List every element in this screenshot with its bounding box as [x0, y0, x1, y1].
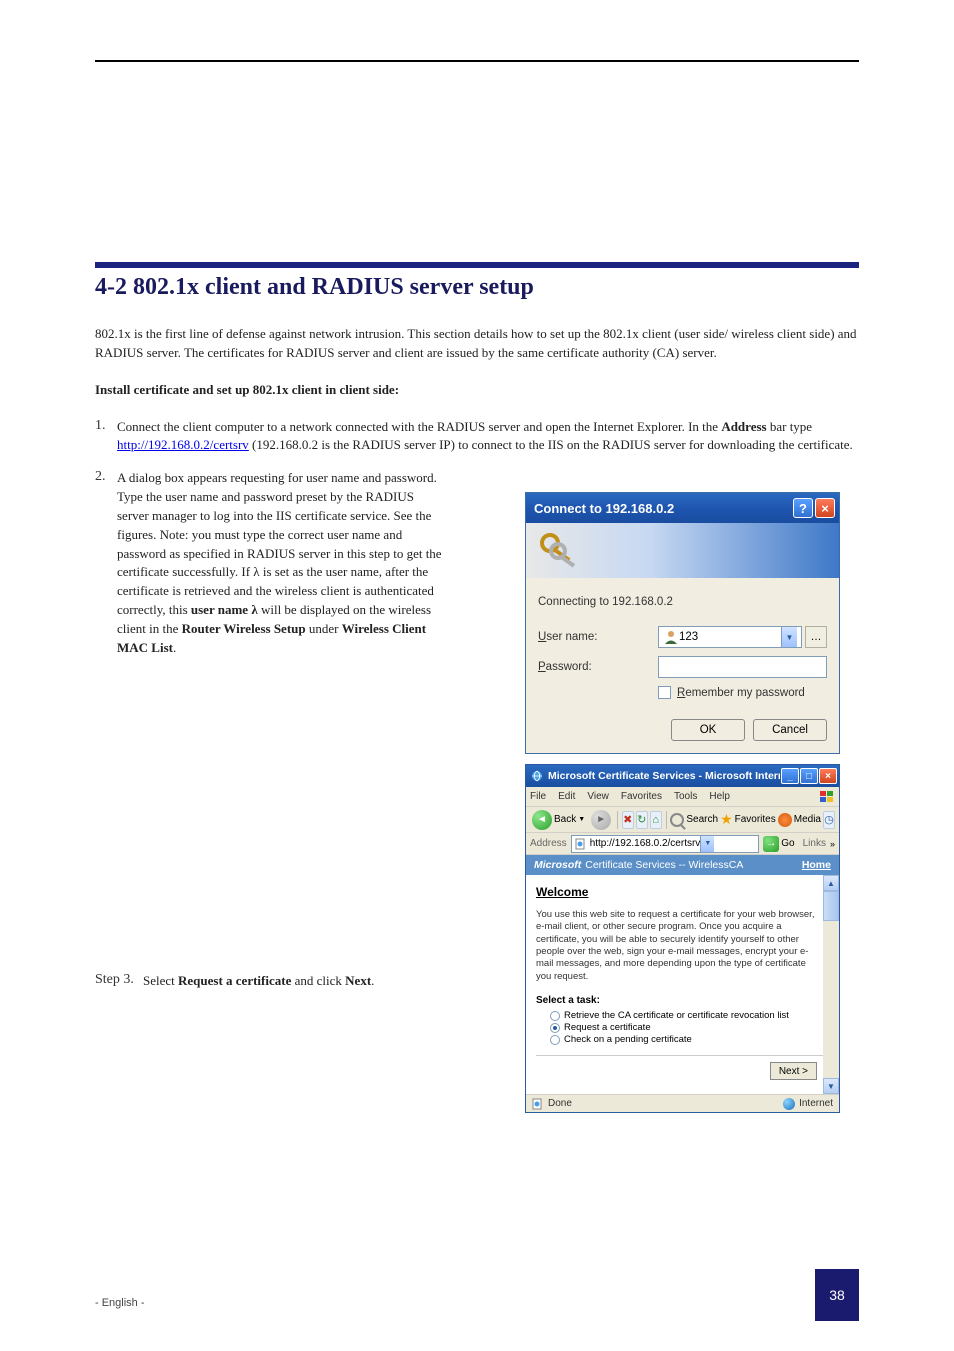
browse-button[interactable]: … [805, 626, 827, 648]
status-zone: Internet [799, 1098, 833, 1109]
page-icon [575, 838, 587, 850]
horizontal-rule [95, 60, 859, 62]
banner-microsoft: Microsoft [534, 859, 581, 871]
favorites-button[interactable]: ★ Favorites [720, 811, 776, 828]
scroll-down-icon[interactable]: ▼ [823, 1078, 839, 1094]
certsrv-banner: Microsoft Certificate Services -- Wirele… [526, 855, 839, 875]
ie-titlebar: Microsoft Certificate Services - Microso… [526, 765, 839, 787]
section-heading: 4-2 802.1x client and RADIUS server setu… [95, 274, 859, 301]
password-label: Password: [538, 661, 658, 673]
address-label: Address [530, 838, 567, 849]
address-dropdown-icon[interactable]: ▼ [700, 836, 714, 852]
close-button[interactable]: × [815, 498, 835, 518]
dialog-title: Connect to 192.168.0.2 [534, 501, 791, 516]
subhead: Install certificate and set up 802.1x cl… [95, 381, 859, 400]
connecting-text: Connecting to 192.168.0.2 [538, 596, 827, 608]
address-bar: Address http://192.168.0.2/certsrv ▼ → G… [526, 833, 839, 855]
ok-button[interactable]: OK [671, 719, 745, 741]
separator [666, 811, 667, 829]
dialog-banner [526, 523, 839, 578]
windows-flag-icon [819, 789, 835, 805]
task-heading: Select a task: [536, 995, 823, 1006]
section-rule [95, 262, 859, 268]
globe-icon [783, 1098, 795, 1110]
address-input[interactable]: http://192.168.0.2/certsrv ▼ [571, 835, 760, 853]
dialog-body: Connecting to 192.168.0.2 User name: 123… [526, 578, 839, 753]
keys-icon [536, 529, 580, 573]
page-icon [532, 1098, 544, 1110]
separator [617, 811, 618, 829]
home-link[interactable]: Home [802, 859, 831, 871]
media-button[interactable]: Media [778, 813, 821, 827]
welcome-description: You use this web site to request a certi… [536, 909, 823, 983]
minimize-button[interactable]: _ [781, 768, 799, 784]
scroll-up-icon[interactable]: ▲ [823, 875, 839, 891]
next-button[interactable]: Next > [770, 1062, 817, 1080]
status-done: Done [548, 1098, 572, 1109]
connect-dialog: Connect to 192.168.0.2 ? × Connecting to… [525, 492, 840, 754]
media-icon [778, 813, 792, 827]
home-button[interactable]: ⌂ [650, 811, 662, 829]
scrollbar[interactable]: ▲ ▼ [823, 875, 839, 1094]
stop-button[interactable]: ✖ [622, 811, 634, 829]
step-2-text: A dialog box appears requesting for user… [117, 469, 447, 657]
menu-view[interactable]: View [587, 791, 609, 802]
banner-text: Certificate Services -- WirelessCA [585, 859, 743, 871]
maximize-button[interactable]: □ [800, 768, 818, 784]
step-1: 1. Connect the client computer to a netw… [95, 418, 859, 456]
radio-icon [550, 1035, 560, 1045]
ie-window: Microsoft Certificate Services - Microso… [525, 764, 840, 1113]
user-icon [663, 629, 679, 645]
ie-statusbar: Done Internet [526, 1094, 839, 1112]
cancel-button[interactable]: Cancel [753, 719, 827, 741]
go-icon: → [763, 836, 779, 852]
step-number: 2. [95, 469, 117, 485]
username-input[interactable]: 123 ▼ [658, 626, 802, 648]
certsrv-link[interactable]: http://192.168.0.2/certsrv [117, 437, 249, 452]
dropdown-icon[interactable]: ▼ [781, 627, 797, 647]
go-button[interactable]: → Go [763, 836, 794, 852]
ie-content: Microsoft Certificate Services -- Wirele… [526, 855, 839, 1094]
forward-button[interactable]: ► [589, 810, 613, 830]
scroll-thumb[interactable] [823, 891, 839, 921]
radio-icon [550, 1023, 560, 1033]
task-option-pending[interactable]: Check on a pending certificate [550, 1034, 823, 1045]
username-value: 123 [679, 631, 698, 643]
refresh-button[interactable]: ↻ [636, 811, 648, 829]
menu-favorites[interactable]: Favorites [621, 791, 662, 802]
menu-file[interactable]: File [530, 791, 546, 802]
page-number: 38 [815, 1269, 859, 1321]
step-number: 1. [95, 418, 117, 434]
remember-checkbox[interactable] [658, 686, 671, 699]
close-button[interactable]: × [819, 768, 837, 784]
address-value: http://192.168.0.2/certsrv [590, 838, 701, 849]
ie-title: Microsoft Certificate Services - Microso… [548, 770, 780, 782]
remember-label: Remember my password [677, 687, 805, 699]
links-label[interactable]: Links [803, 838, 826, 849]
star-icon: ★ [720, 811, 733, 828]
ie-menubar: File Edit View Favorites Tools Help [526, 787, 839, 807]
menu-edit[interactable]: Edit [558, 791, 575, 802]
intro-paragraph: 802.1x is the first line of defense agai… [95, 325, 859, 363]
ie-icon [530, 769, 544, 783]
back-button[interactable]: ◄ Back ▼ [530, 810, 587, 830]
step-number: Step 3. [95, 972, 143, 988]
search-icon [670, 813, 684, 827]
step-1-text: Connect the client computer to a network… [117, 418, 859, 456]
search-button[interactable]: Search [670, 813, 718, 827]
task-option-request[interactable]: Request a certificate [550, 1022, 823, 1033]
welcome-heading: Welcome [536, 885, 823, 899]
menu-help[interactable]: Help [709, 791, 730, 802]
ie-toolbar: ◄ Back ▼ ► ✖ ↻ ⌂ Search ★ Favorites Medi… [526, 807, 839, 833]
menu-tools[interactable]: Tools [674, 791, 697, 802]
step-3-text: Select Request a certificate and click N… [143, 972, 473, 991]
footer-language: - English - [95, 1297, 145, 1309]
history-button[interactable]: ◷ [823, 811, 835, 829]
dialog-titlebar: Connect to 192.168.0.2 ? × [526, 493, 839, 523]
username-label: User name: [538, 631, 658, 643]
radio-icon [550, 1011, 560, 1021]
password-input[interactable] [658, 656, 827, 678]
help-button[interactable]: ? [793, 498, 813, 518]
task-option-retrieve[interactable]: Retrieve the CA certificate or certifica… [550, 1010, 823, 1021]
